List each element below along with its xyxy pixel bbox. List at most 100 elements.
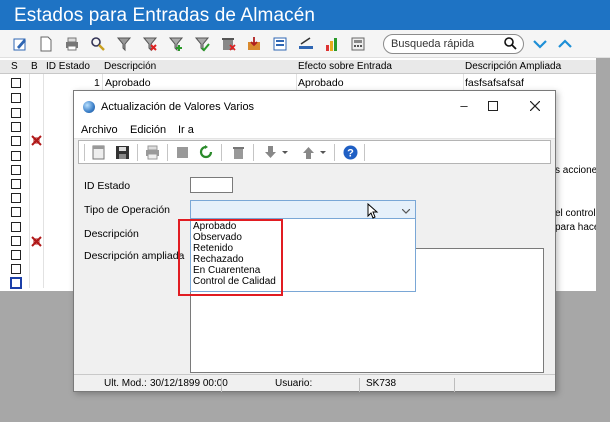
maximize-button[interactable] <box>480 97 506 115</box>
row-select-checkbox[interactable] <box>11 236 21 246</box>
find-icon[interactable] <box>90 36 106 52</box>
usuario-value: SK738 <box>366 378 397 389</box>
row-select-checkbox[interactable] <box>11 78 21 88</box>
row-select-checkbox[interactable] <box>11 222 21 232</box>
col-header-id[interactable]: ID Estado <box>46 61 90 72</box>
toolbar-separator <box>84 144 85 161</box>
quick-search-placeholder: Busqueda rápida <box>391 38 475 50</box>
toolbar-separator <box>221 144 222 161</box>
blocked-icon <box>31 135 42 149</box>
mouse-cursor-icon <box>367 202 379 220</box>
new-record-icon[interactable] <box>91 145 106 160</box>
refresh-icon[interactable] <box>199 145 214 160</box>
col-header-s[interactable]: S <box>11 61 18 72</box>
row-select-checkbox[interactable] <box>11 264 21 274</box>
arrow-up-icon[interactable] <box>301 145 316 160</box>
row-select-checkbox[interactable] <box>11 122 21 132</box>
highlight-annotation <box>178 219 283 296</box>
tipo-operacion-label: Tipo de Operación <box>84 204 170 216</box>
toolbar-separator <box>137 144 138 161</box>
row-select-checkbox[interactable] <box>11 108 21 118</box>
col-header-efecto[interactable]: Efecto sobre Entrada <box>298 61 392 72</box>
status-separator <box>454 378 455 392</box>
filter-add-icon[interactable] <box>168 36 184 52</box>
cell-efecto: Aprobado <box>298 77 344 89</box>
dialog-title: Actualización de Valores Varios <box>101 101 255 113</box>
chevron-down-icon[interactable] <box>532 37 548 51</box>
remove-filter-icon[interactable] <box>142 36 158 52</box>
bar-chart-icon[interactable] <box>324 36 340 52</box>
print-icon[interactable] <box>64 36 80 52</box>
toolbar-separator <box>253 144 254 161</box>
right-panel-edge <box>596 58 610 422</box>
dialog-titlebar: Actualización de Valores Varios – <box>74 91 555 122</box>
id-estado-input[interactable] <box>190 177 233 193</box>
delete-record-icon[interactable] <box>220 36 236 52</box>
row-select-checkbox[interactable] <box>11 136 21 146</box>
status-separator <box>359 378 360 392</box>
globe-icon <box>83 101 95 113</box>
blocked-icon <box>31 236 42 250</box>
calculator-icon[interactable] <box>350 36 366 52</box>
row-select-checkbox[interactable] <box>11 207 21 217</box>
grid-header: S B ID Estado Descripción Efecto sobre E… <box>0 60 610 74</box>
row-select-checkbox[interactable] <box>11 151 21 161</box>
ult-mod-value: 30/12/1899 00:00 <box>150 378 228 389</box>
row-select-checkbox[interactable] <box>11 165 21 175</box>
row-select-checkbox[interactable] <box>11 179 21 189</box>
descripcion-ampliada-label: Descripción ampliada <box>84 250 185 262</box>
cell-id: 1 <box>94 77 100 89</box>
main-toolbar: Busqueda rápida <box>0 30 610 58</box>
row-select-checkbox[interactable] <box>11 93 21 103</box>
search-icon[interactable] <box>503 36 517 50</box>
menu-archivo[interactable]: Archivo <box>81 124 118 136</box>
table-row[interactable]: 1 Aprobado Aprobado fasfsafsafsaf <box>0 76 610 90</box>
signature-icon[interactable] <box>298 36 314 52</box>
help-icon[interactable]: ? <box>343 145 358 160</box>
chevron-down-icon[interactable] <box>281 145 289 160</box>
cell-ampliada: fasfsafsafsaf <box>465 77 524 89</box>
trash-icon[interactable] <box>231 145 246 160</box>
chevron-up-icon[interactable] <box>557 37 573 51</box>
row-select-checkbox[interactable] <box>11 193 21 203</box>
window-title: Estados para Entradas de Almacén <box>14 5 316 26</box>
descripcion-label: Descripción <box>84 228 139 240</box>
toolbar-separator <box>334 144 335 161</box>
new-document-icon[interactable] <box>38 36 54 52</box>
col-header-ampliada[interactable]: Descripción Ampliada <box>465 61 561 72</box>
print-icon[interactable] <box>145 145 160 160</box>
app-titlebar: Estados para Entradas de Almacén <box>0 0 610 30</box>
filter-icon[interactable] <box>116 36 132 52</box>
grid-divider <box>43 74 44 288</box>
arrow-down-icon[interactable] <box>263 145 278 160</box>
quick-search-input[interactable]: Busqueda rápida <box>383 34 524 54</box>
col-header-descripcion[interactable]: Descripción <box>104 61 156 72</box>
svg-text:?: ? <box>347 148 354 160</box>
dialog-toolbar: ? <box>78 140 551 164</box>
ult-mod-label: Ult. Mod.: <box>104 378 147 389</box>
chevron-down-icon[interactable] <box>401 206 411 214</box>
toolbar-separator <box>167 144 168 161</box>
row-select-checkbox-focused[interactable] <box>10 277 22 289</box>
update-values-dialog: Actualización de Valores Varios – Archiv… <box>73 90 556 392</box>
minimize-button[interactable]: – <box>451 97 477 115</box>
cell-descripcion: Aprobado <box>105 77 151 89</box>
close-button[interactable] <box>522 97 548 115</box>
details-icon[interactable] <box>272 36 288 52</box>
tipo-operacion-select[interactable] <box>190 200 416 219</box>
row-select-checkbox[interactable] <box>11 250 21 260</box>
stop-icon[interactable] <box>175 145 190 160</box>
edit-icon[interactable] <box>12 36 28 52</box>
import-icon[interactable] <box>246 36 262 52</box>
save-icon[interactable] <box>115 145 130 160</box>
filter-check-icon[interactable] <box>194 36 210 52</box>
col-header-b[interactable]: B <box>31 61 38 72</box>
toolbar-separator <box>364 144 365 161</box>
chevron-down-icon[interactable] <box>319 145 327 160</box>
menu-ir-a[interactable]: Ir a <box>178 124 194 136</box>
dialog-menubar: Archivo Edición Ir a <box>74 122 555 139</box>
dialog-statusbar: Ult. Mod.: 30/12/1899 00:00 Usuario: SK7… <box>74 374 555 392</box>
grid-divider <box>29 74 30 288</box>
menu-edicion[interactable]: Edición <box>130 124 166 136</box>
status-separator <box>221 378 222 392</box>
